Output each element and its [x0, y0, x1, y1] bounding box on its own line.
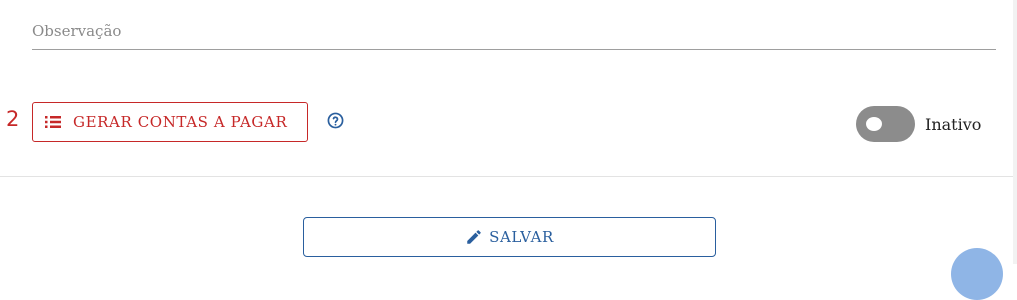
- salvar-button[interactable]: SALVAR: [303, 217, 716, 257]
- observacao-field[interactable]: [32, 12, 996, 50]
- scrollbar-track[interactable]: [1013, 0, 1017, 264]
- list-icon: [45, 115, 61, 129]
- step-number: 2: [6, 107, 20, 131]
- salvar-button-label: SALVAR: [489, 228, 554, 246]
- gerar-button-label: GERAR CONTAS A PAGAR: [73, 113, 288, 131]
- observacao-input[interactable]: [32, 12, 996, 50]
- pencil-icon: [465, 228, 483, 246]
- gerar-contas-a-pagar-button[interactable]: GERAR CONTAS A PAGAR: [32, 102, 308, 142]
- section-divider: [0, 176, 1017, 177]
- status-toggle[interactable]: [856, 106, 915, 142]
- help-circle-icon[interactable]: [327, 112, 344, 129]
- floating-action-button[interactable]: [951, 248, 1003, 300]
- status-toggle-label: Inativo: [925, 115, 982, 134]
- toggle-knob: [866, 117, 882, 131]
